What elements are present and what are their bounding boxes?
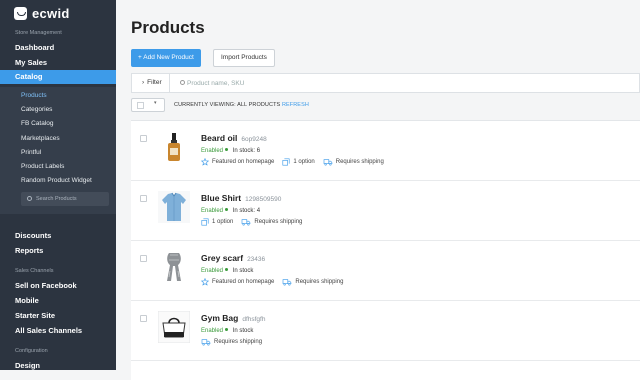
row-checkbox[interactable] bbox=[140, 195, 147, 202]
filter-label: Filter bbox=[147, 79, 162, 86]
bulk-select-dropdown[interactable]: ▾ bbox=[131, 98, 165, 112]
nav-catalog[interactable]: Catalog bbox=[0, 70, 116, 84]
tag-featured: Featured on homepage bbox=[201, 158, 274, 166]
options-icon bbox=[282, 158, 290, 166]
filter-bar: › Filter bbox=[131, 73, 640, 93]
sidebar-item-printful[interactable]: Printful bbox=[21, 149, 41, 156]
brand-logo[interactable]: ecwid bbox=[14, 6, 70, 21]
product-status: Enabled In stock: 4 bbox=[201, 208, 260, 214]
product-thumbnail[interactable] bbox=[158, 251, 190, 283]
product-sku: 23436 bbox=[247, 256, 266, 263]
tag-shipping: Requires shipping bbox=[241, 218, 302, 226]
row-checkbox[interactable] bbox=[140, 255, 147, 262]
star-icon bbox=[201, 278, 209, 286]
main-content: Products + Add New Product Import Produc… bbox=[116, 0, 640, 380]
nav-starter-site[interactable]: Starter Site bbox=[15, 311, 55, 320]
nav-reports[interactable]: Reports bbox=[15, 246, 43, 255]
sidebar-search-input[interactable]: Search Products bbox=[21, 192, 109, 206]
nav-all-sales-channels[interactable]: All Sales Channels bbox=[15, 326, 82, 335]
product-status: Enabled In stock bbox=[201, 268, 253, 274]
product-search-input[interactable] bbox=[176, 75, 476, 91]
product-tags: 1 option Requires shipping bbox=[201, 218, 302, 226]
product-tags: Requires shipping bbox=[201, 338, 262, 346]
stock-status: In stock bbox=[232, 268, 254, 274]
tag-shipping: Requires shipping bbox=[201, 338, 262, 346]
product-sku: dfhsfgfh bbox=[242, 316, 266, 323]
product-name[interactable]: Gym Bag dfhsfgfh bbox=[201, 313, 265, 323]
product-tags: Featured on homepage Requires shipping bbox=[201, 278, 343, 286]
status-dot-icon bbox=[225, 148, 229, 151]
sidebar-item-fb-catalog[interactable]: FB Catalog bbox=[21, 120, 54, 127]
search-icon bbox=[27, 196, 32, 201]
sidebar-item-marketplaces[interactable]: Marketplaces bbox=[21, 135, 60, 142]
product-row[interactable]: Blue Shirt 1298509590 Enabled In stock: 4… bbox=[131, 181, 640, 241]
product-list: Beard oil 6op9248 Enabled In stock: 6 Fea… bbox=[131, 120, 640, 380]
viewing-status: CURRENTLY VIEWING: ALL PRODUCTS REFRESH bbox=[174, 102, 309, 108]
status-dot-icon bbox=[225, 328, 229, 331]
section-sales-channels: Sales Channels bbox=[15, 268, 54, 274]
row-checkbox[interactable] bbox=[140, 315, 147, 322]
product-thumbnail[interactable] bbox=[158, 311, 190, 343]
nav-mobile[interactable]: Mobile bbox=[15, 296, 39, 305]
page-title: Products bbox=[131, 18, 205, 37]
options-icon bbox=[201, 218, 209, 226]
row-checkbox[interactable] bbox=[140, 135, 147, 142]
stock-status: In stock bbox=[232, 328, 254, 334]
product-row[interactable]: Grey scarf 23436 Enabled In stock Feature… bbox=[131, 241, 640, 301]
tag-shipping: Requires shipping bbox=[323, 158, 384, 166]
nav-dashboard[interactable]: Dashboard bbox=[15, 43, 54, 52]
enabled-status[interactable]: Enabled bbox=[201, 268, 223, 274]
truck-icon bbox=[201, 339, 211, 346]
select-all-checkbox[interactable] bbox=[137, 102, 144, 109]
stock-status: In stock: 6 bbox=[232, 148, 261, 154]
tag-featured: Featured on homepage bbox=[201, 278, 274, 286]
enabled-status[interactable]: Enabled bbox=[201, 148, 223, 154]
product-sku: 1298509590 bbox=[245, 196, 282, 203]
sidebar: ecwid Store Management Dashboard My Sale… bbox=[0, 0, 116, 370]
sidebar-item-products[interactable]: Products bbox=[21, 92, 47, 99]
truck-icon bbox=[242, 219, 251, 226]
product-thumbnail[interactable] bbox=[158, 131, 190, 163]
nav-design[interactable]: Design bbox=[15, 361, 40, 370]
truck-icon bbox=[323, 159, 333, 166]
viewing-text: CURRENTLY VIEWING: ALL PRODUCTS bbox=[174, 102, 281, 108]
nav-sell-on-facebook[interactable]: Sell on Facebook bbox=[15, 281, 77, 290]
sidebar-search-placeholder: Search Products bbox=[36, 196, 77, 202]
sidebar-item-categories[interactable]: Categories bbox=[21, 106, 52, 113]
filter-button[interactable]: › Filter bbox=[132, 74, 170, 92]
tag-options: 1 option bbox=[282, 158, 315, 166]
import-products-button[interactable]: Import Products bbox=[213, 49, 275, 67]
sidebar-item-random-product-widget[interactable]: Random Product Widget bbox=[21, 177, 92, 184]
tag-options: 1 option bbox=[201, 218, 233, 226]
refresh-link[interactable]: REFRESH bbox=[282, 102, 309, 108]
product-sku: 6op9248 bbox=[241, 136, 267, 143]
brand-name: ecwid bbox=[32, 6, 70, 21]
product-thumbnail[interactable] bbox=[158, 191, 190, 223]
product-tags: Featured on homepage 1 option Requires s… bbox=[201, 158, 384, 166]
product-name[interactable]: Beard oil 6op9248 bbox=[201, 133, 267, 143]
tag-shipping: Requires shipping bbox=[282, 278, 343, 286]
product-status: Enabled In stock bbox=[201, 328, 253, 334]
product-name[interactable]: Grey scarf 23436 bbox=[201, 253, 265, 263]
product-status: Enabled In stock: 6 bbox=[201, 148, 260, 154]
status-dot-icon bbox=[225, 268, 229, 271]
status-dot-icon bbox=[225, 208, 229, 211]
add-new-product-button[interactable]: + Add New Product bbox=[131, 49, 201, 67]
sidebar-item-product-labels[interactable]: Product Labels bbox=[21, 163, 64, 170]
section-store-management: Store Management bbox=[15, 30, 62, 36]
ecwid-logo-icon bbox=[14, 7, 27, 20]
star-icon bbox=[201, 158, 209, 166]
nav-my-sales[interactable]: My Sales bbox=[15, 58, 47, 67]
stock-status: In stock: 4 bbox=[232, 208, 261, 214]
nav-discounts[interactable]: Discounts bbox=[15, 231, 51, 240]
enabled-status[interactable]: Enabled bbox=[201, 328, 223, 334]
truck-icon bbox=[283, 279, 292, 286]
enabled-status[interactable]: Enabled bbox=[201, 208, 223, 214]
section-configuration: Configuration bbox=[15, 348, 48, 354]
chevron-right-icon: › bbox=[142, 79, 145, 86]
product-name[interactable]: Blue Shirt 1298509590 bbox=[201, 193, 281, 203]
chevron-down-icon: ▾ bbox=[154, 100, 157, 106]
product-row[interactable]: Gym Bag dfhsfgfh Enabled In stock Require… bbox=[131, 301, 640, 361]
product-row[interactable]: Beard oil 6op9248 Enabled In stock: 6 Fea… bbox=[131, 121, 640, 181]
